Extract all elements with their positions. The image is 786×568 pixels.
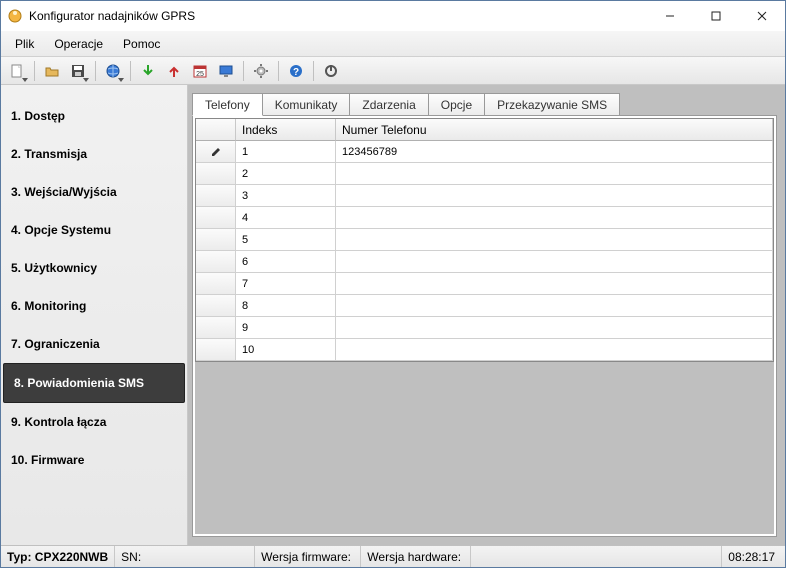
row-marker — [196, 273, 236, 295]
grid-header-number[interactable]: Numer Telefonu — [336, 119, 773, 141]
menu-help[interactable]: Pomoc — [115, 35, 168, 53]
cell-number[interactable] — [336, 163, 773, 185]
sidebar-item-6[interactable]: 7. Ograniczenia — [1, 325, 187, 363]
panel-empty-area — [195, 362, 774, 534]
tab-strip: TelefonyKomunikatyZdarzeniaOpcjePrzekazy… — [192, 91, 777, 115]
globe-icon[interactable] — [101, 59, 125, 83]
sidebar-item-4[interactable]: 5. Użytkownicy — [1, 249, 187, 287]
row-marker — [196, 339, 236, 361]
minimize-button[interactable] — [647, 1, 693, 31]
close-button[interactable] — [739, 1, 785, 31]
status-bar: Typ: CPX220NWB SN: Wersja firmware: Wers… — [1, 545, 785, 567]
row-marker — [196, 251, 236, 273]
tab-0[interactable]: Telefony — [192, 93, 263, 116]
status-fw-label: Wersja firmware: — [261, 550, 351, 564]
calendar-icon[interactable]: 25 — [188, 59, 212, 83]
app-icon — [7, 8, 23, 24]
cell-number[interactable]: 123456789 — [336, 141, 773, 163]
table-row[interactable]: 5 — [196, 229, 773, 251]
maximize-button[interactable] — [693, 1, 739, 31]
cell-number[interactable] — [336, 251, 773, 273]
window-title: Konfigurator nadajników GPRS — [29, 9, 647, 23]
table-row[interactable]: 10 — [196, 339, 773, 361]
status-hw-label: Wersja hardware: — [367, 550, 461, 564]
svg-text:25: 25 — [196, 71, 204, 78]
cell-number[interactable] — [336, 273, 773, 295]
cell-index[interactable]: 5 — [236, 229, 336, 251]
sidebar-item-3[interactable]: 4. Opcje Systemu — [1, 211, 187, 249]
sidebar-item-1[interactable]: 2. Transmisja — [1, 135, 187, 173]
cell-index[interactable]: 3 — [236, 185, 336, 207]
content-area: TelefonyKomunikatyZdarzeniaOpcjePrzekazy… — [188, 85, 785, 545]
tab-4[interactable]: Przekazywanie SMS — [484, 93, 620, 115]
table-row[interactable]: 9 — [196, 317, 773, 339]
save-icon[interactable] — [66, 59, 90, 83]
cell-number[interactable] — [336, 185, 773, 207]
row-marker — [196, 317, 236, 339]
upload-icon[interactable] — [162, 59, 186, 83]
cell-number[interactable] — [336, 207, 773, 229]
table-row[interactable]: 6 — [196, 251, 773, 273]
status-type-value: CPX220NWB — [35, 550, 108, 564]
cell-index[interactable]: 9 — [236, 317, 336, 339]
tab-3[interactable]: Opcje — [428, 93, 485, 115]
tab-panel: Indeks Numer Telefonu 112345678923456789… — [192, 115, 777, 537]
menu-operations[interactable]: Operacje — [46, 35, 111, 53]
menu-file[interactable]: Plik — [7, 35, 42, 53]
help-icon[interactable]: ? — [284, 59, 308, 83]
menu-bar: Plik Operacje Pomoc — [1, 31, 785, 57]
monitor-icon[interactable] — [214, 59, 238, 83]
cell-index[interactable]: 4 — [236, 207, 336, 229]
title-bar: Konfigurator nadajników GPRS — [1, 1, 785, 31]
table-row[interactable]: 8 — [196, 295, 773, 317]
open-folder-icon[interactable] — [40, 59, 64, 83]
new-file-icon[interactable] — [5, 59, 29, 83]
row-marker — [196, 229, 236, 251]
table-row[interactable]: 7 — [196, 273, 773, 295]
cell-number[interactable] — [336, 229, 773, 251]
cell-index[interactable]: 1 — [236, 141, 336, 163]
table-row[interactable]: 2 — [196, 163, 773, 185]
row-marker — [196, 185, 236, 207]
toolbar: 25 ? — [1, 57, 785, 85]
svg-text:?: ? — [293, 67, 299, 78]
grid-header-index[interactable]: Indeks — [236, 119, 336, 141]
row-marker — [196, 141, 236, 163]
status-type-label: Typ: — [7, 550, 31, 564]
table-row[interactable]: 4 — [196, 207, 773, 229]
sidebar-item-9[interactable]: 10. Firmware — [1, 441, 187, 479]
cell-index[interactable]: 8 — [236, 295, 336, 317]
power-icon[interactable] — [319, 59, 343, 83]
sidebar-item-0[interactable]: 1. Dostęp — [1, 97, 187, 135]
cell-number[interactable] — [336, 339, 773, 361]
sidebar-item-7[interactable]: 8. Powiadomienia SMS — [3, 363, 185, 403]
cell-index[interactable]: 7 — [236, 273, 336, 295]
tab-1[interactable]: Komunikaty — [262, 93, 351, 115]
phones-grid[interactable]: Indeks Numer Telefonu 112345678923456789… — [195, 118, 774, 362]
cell-index[interactable]: 6 — [236, 251, 336, 273]
cell-number[interactable] — [336, 317, 773, 339]
row-marker — [196, 163, 236, 185]
sidebar-item-8[interactable]: 9. Kontrola łącza — [1, 403, 187, 441]
grid-header-marker — [196, 119, 236, 141]
table-row[interactable]: 1123456789 — [196, 141, 773, 163]
gear-icon[interactable] — [249, 59, 273, 83]
status-clock: 08:28:17 — [722, 546, 785, 567]
sidebar: 1. Dostęp2. Transmisja3. Wejścia/Wyjścia… — [1, 85, 188, 545]
cell-index[interactable]: 2 — [236, 163, 336, 185]
tab-2[interactable]: Zdarzenia — [349, 93, 428, 115]
download-icon[interactable] — [136, 59, 160, 83]
sidebar-item-2[interactable]: 3. Wejścia/Wyjścia — [1, 173, 187, 211]
row-marker — [196, 295, 236, 317]
status-sn-label: SN: — [121, 550, 141, 564]
edit-icon — [210, 144, 222, 159]
cell-number[interactable] — [336, 295, 773, 317]
row-marker — [196, 207, 236, 229]
table-row[interactable]: 3 — [196, 185, 773, 207]
cell-index[interactable]: 10 — [236, 339, 336, 361]
sidebar-item-5[interactable]: 6. Monitoring — [1, 287, 187, 325]
